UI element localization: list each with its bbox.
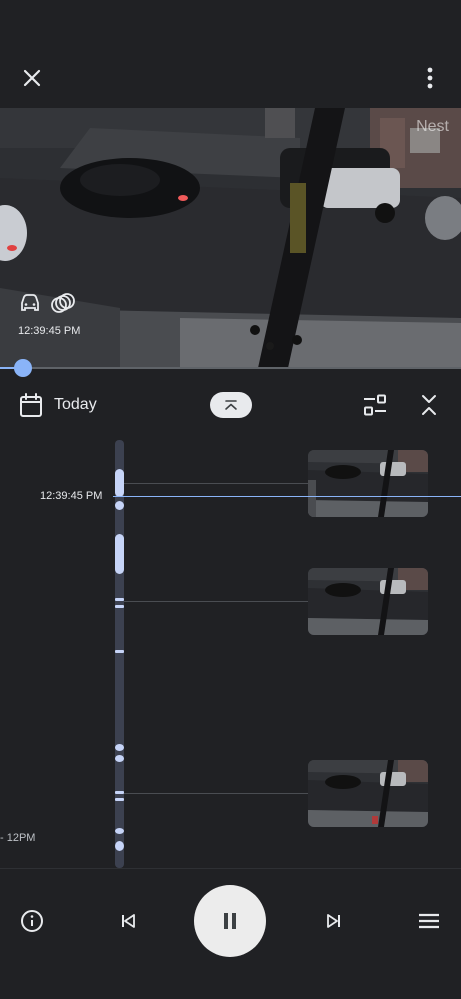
event-thumbnail-2[interactable] bbox=[308, 568, 428, 635]
event-connector bbox=[124, 601, 308, 602]
event-connector bbox=[124, 793, 308, 794]
nest-watermark: Nest bbox=[416, 118, 449, 135]
event-type-icons bbox=[18, 292, 76, 314]
current-time-line bbox=[113, 496, 461, 497]
playback-controls bbox=[0, 868, 461, 999]
progress-thumb[interactable] bbox=[14, 359, 33, 377]
skip-previous-icon bbox=[122, 914, 135, 928]
event-thumbnail-image bbox=[308, 568, 428, 635]
close-button[interactable] bbox=[12, 58, 52, 98]
timeline-event-dot[interactable] bbox=[115, 841, 124, 851]
timeline-event-segment[interactable] bbox=[115, 469, 124, 497]
timeline-event-dot[interactable] bbox=[115, 828, 124, 834]
timeline-event-segment[interactable] bbox=[115, 534, 124, 574]
date-bar: Today bbox=[0, 380, 461, 430]
pause-icon bbox=[224, 913, 236, 929]
car-icon bbox=[21, 294, 39, 311]
event-thumbnail-1[interactable] bbox=[308, 450, 428, 517]
info-button[interactable] bbox=[14, 903, 50, 939]
timeline-event-dot[interactable] bbox=[115, 744, 124, 751]
skip-next-icon bbox=[327, 914, 340, 928]
event-connector bbox=[124, 483, 308, 484]
video-progress-bar[interactable] bbox=[0, 359, 461, 377]
timeline-event-tick[interactable] bbox=[115, 650, 124, 653]
camera-video[interactable]: Nest 12:39:45 PM bbox=[0, 108, 461, 368]
hour-label: - 12PM bbox=[0, 832, 36, 844]
timeline-event-tick[interactable] bbox=[115, 791, 124, 794]
collapse-icon bbox=[422, 395, 436, 415]
menu-icon bbox=[419, 913, 439, 929]
expand-timeline-button[interactable] bbox=[210, 392, 252, 418]
timeline-event-tick[interactable] bbox=[115, 798, 124, 801]
timeline-event-dot[interactable] bbox=[115, 501, 124, 510]
calendar-icon bbox=[20, 393, 42, 417]
more-vert-icon bbox=[427, 67, 433, 89]
motion-rings-icon bbox=[51, 293, 75, 313]
timeline-event-tick[interactable] bbox=[115, 605, 124, 608]
date-picker-button[interactable]: Today bbox=[18, 390, 97, 420]
event-thumbnail-3[interactable] bbox=[308, 760, 428, 827]
video-timestamp: 12:39:45 PM bbox=[18, 325, 81, 337]
chevron-up-icon bbox=[225, 400, 237, 410]
next-event-button[interactable] bbox=[316, 903, 352, 939]
menu-button[interactable] bbox=[411, 903, 447, 939]
filter-icon bbox=[364, 394, 386, 416]
event-thumbnail-image bbox=[308, 450, 428, 517]
top-bar bbox=[0, 0, 461, 108]
close-icon bbox=[23, 69, 41, 87]
event-timeline[interactable]: 12:39:45 PM - 12PM bbox=[0, 430, 461, 868]
more-options-button[interactable] bbox=[410, 58, 450, 98]
timeline-event-tick[interactable] bbox=[115, 598, 124, 601]
timeline-event-dot[interactable] bbox=[115, 755, 124, 762]
info-icon bbox=[21, 910, 43, 932]
collapse-button[interactable] bbox=[414, 390, 444, 420]
date-label: Today bbox=[54, 396, 97, 413]
event-thumbnail-image bbox=[308, 760, 428, 827]
filter-button[interactable] bbox=[358, 390, 392, 420]
previous-event-button[interactable] bbox=[110, 903, 146, 939]
current-time-label: 12:39:45 PM bbox=[40, 490, 103, 502]
pause-button[interactable] bbox=[194, 885, 266, 957]
